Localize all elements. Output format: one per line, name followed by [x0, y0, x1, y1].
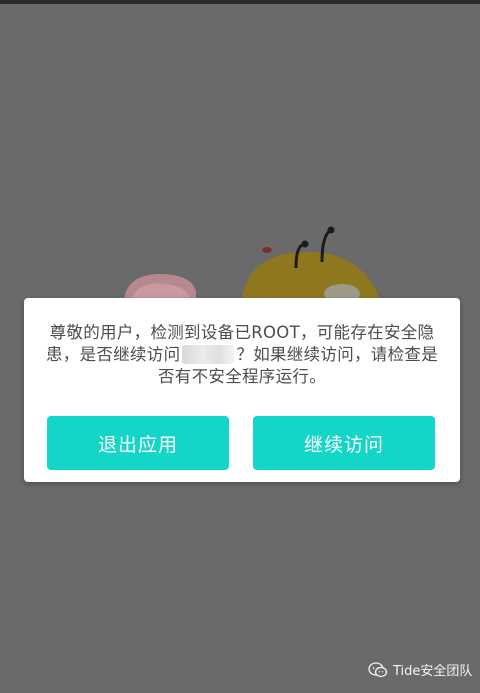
wechat-icon: [368, 661, 388, 677]
bee-antenna-tip-right: [327, 226, 335, 234]
watermark-text: Tide安全团队: [393, 664, 473, 679]
dialog-message: 尊敬的用户，检测到设备已ROOT，可能存在安全隐患，是否继续访问 ？如果继续访问，…: [42, 322, 442, 388]
watermark: Tide安全团队: [368, 660, 472, 679]
continue-access-button[interactable]: 继续访问: [253, 416, 435, 470]
exit-app-button[interactable]: 退出应用: [47, 416, 229, 470]
bee-cheek: [262, 247, 272, 253]
redacted-app-name: [182, 345, 235, 364]
bee-antenna-tip-left: [301, 240, 309, 248]
root-warning-dialog: 尊敬的用户，检测到设备已ROOT，可能存在安全隐患，是否继续访问 ？如果继续访问，…: [24, 298, 460, 482]
